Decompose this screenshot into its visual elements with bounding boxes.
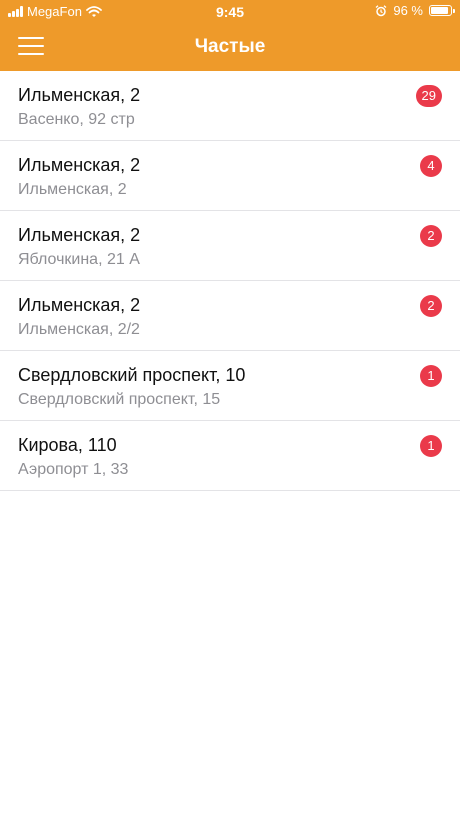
list-item[interactable]: Кирова, 110 Аэропорт 1, 33 1	[0, 421, 460, 491]
battery-fill	[431, 7, 449, 14]
list-item-title: Свердловский проспект, 10	[18, 365, 246, 385]
list-item-title: Ильменская, 2	[18, 225, 141, 245]
battery-icon	[429, 5, 455, 16]
list-item[interactable]: Ильменская, 2 Яблочкина, 21 А 2	[0, 211, 460, 281]
nav-header: MegaFon 9:45 96 % Частые	[0, 0, 460, 71]
list-item[interactable]: Ильменская, 2 Ильменская, 2 4	[0, 141, 460, 211]
count-badge: 2	[420, 225, 442, 247]
battery-percent: 96 %	[393, 3, 423, 18]
list-item[interactable]: Ильменская, 2 Васенко, 92 стр 29	[0, 71, 460, 141]
list-item-title: Кирова, 110	[18, 435, 117, 455]
list-item-subtitle: Яблочкина, 21 А	[18, 251, 140, 268]
list-item-title: Ильменская, 2	[18, 85, 141, 105]
list-item[interactable]: Свердловский проспект, 10 Свердловский п…	[0, 351, 460, 421]
alarm-icon	[375, 4, 387, 16]
count-badge: 2	[420, 295, 442, 317]
count-badge: 29	[415, 85, 442, 107]
status-bar: MegaFon 9:45 96 %	[0, 0, 460, 24]
list-item-subtitle: Ильменская, 2	[18, 181, 127, 198]
list-item-title: Ильменская, 2	[18, 295, 141, 315]
status-right: 96 %	[375, 3, 455, 18]
count-badge: 1	[420, 435, 442, 457]
list-item-subtitle: Свердловский проспект, 15	[18, 391, 221, 408]
frequent-addresses-list: Ильменская, 2 Васенко, 92 стр 29 Ильменс…	[0, 71, 460, 491]
list-item-subtitle: Васенко, 92 стр	[18, 111, 135, 128]
list-item-subtitle: Ильменская, 2/2	[18, 321, 140, 338]
list-item-subtitle: Аэропорт 1, 33	[18, 461, 129, 478]
list-item[interactable]: Ильменская, 2 Ильменская, 2/2 2	[0, 281, 460, 351]
app-screen: MegaFon 9:45 96 % Частые Ильменская, 2 В…	[0, 0, 460, 818]
page-title: Частые	[194, 36, 266, 57]
list-item-title: Ильменская, 2	[18, 155, 141, 175]
count-badge: 4	[420, 155, 442, 177]
count-badge: 1	[420, 365, 442, 387]
